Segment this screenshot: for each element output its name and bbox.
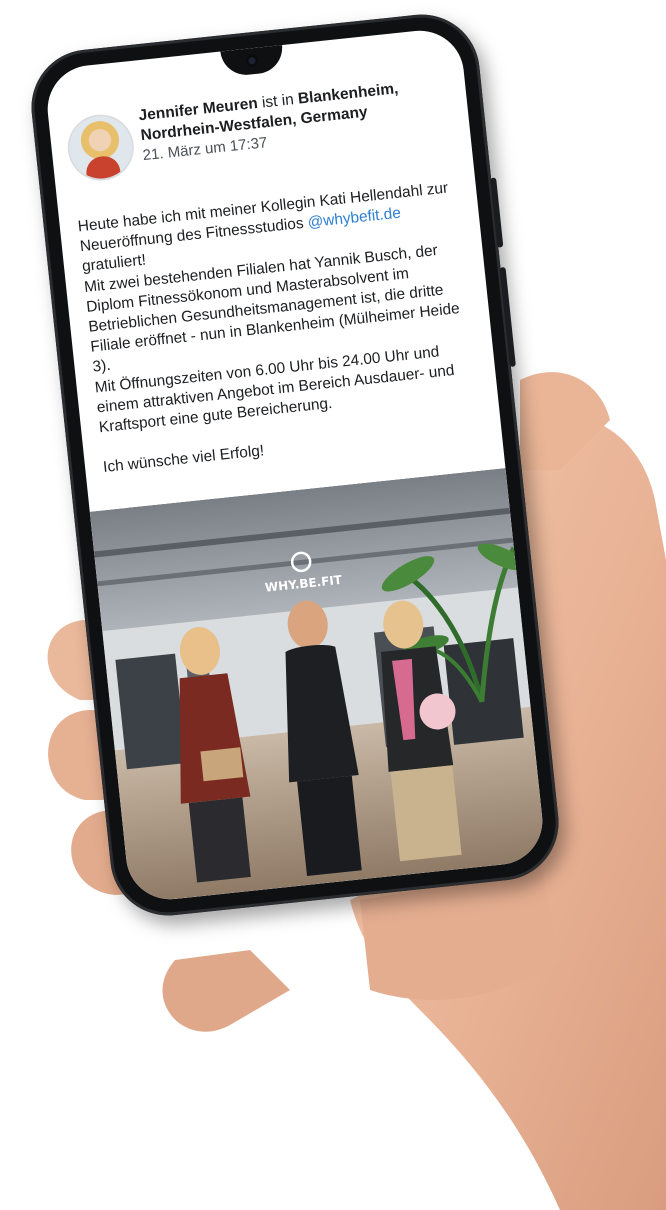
- post-author-line: Jennifer Meuren ist in Blankenheim, Nord…: [138, 73, 463, 166]
- front-camera-icon: [244, 53, 260, 68]
- gym-photo-scene: WHY.BE.FIT: [89, 468, 547, 904]
- avatar-body: [84, 154, 122, 182]
- phone-screen: Jennifer Meuren ist in Blankenheim, Nord…: [43, 26, 547, 904]
- location-prefix: ist in: [261, 91, 295, 112]
- notch: [220, 45, 285, 78]
- phone-frame: Jennifer Meuren ist in Blankenheim, Nord…: [25, 8, 565, 922]
- avatar[interactable]: [66, 113, 135, 182]
- phone: Jennifer Meuren ist in Blankenheim, Nord…: [25, 8, 565, 922]
- finger-4: [162, 950, 290, 1032]
- post-body: Heute habe ich mit meiner Kollegin Kati …: [77, 177, 492, 479]
- post-photo[interactable]: WHY.BE.FIT: [89, 468, 547, 904]
